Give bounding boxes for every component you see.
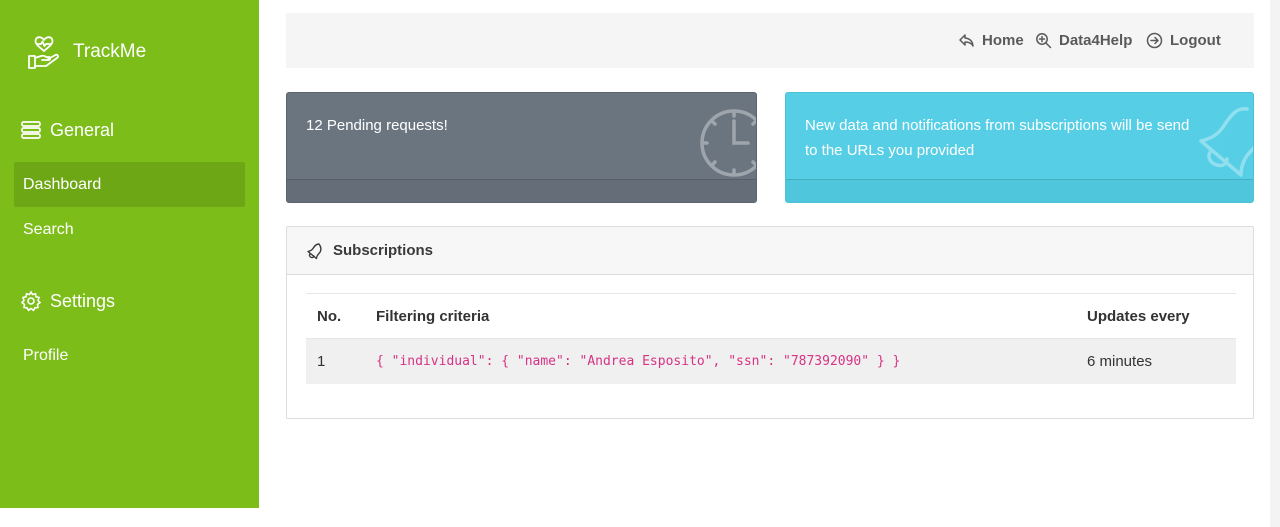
sidebar: TrackMe General Dashboard Search Setting… xyxy=(0,0,259,508)
brand-name: TrackMe xyxy=(73,41,147,62)
top-nav: Home Data4Help Logout xyxy=(286,13,1254,68)
pending-requests-text: 12 Pending requests! xyxy=(306,117,448,134)
sidebar-item-label: Dashboard xyxy=(23,175,102,193)
nav-logout-link[interactable]: Logout xyxy=(1146,32,1221,49)
clock-icon xyxy=(700,109,756,177)
pending-requests-card[interactable]: 12 Pending requests! xyxy=(286,92,757,203)
heart-hand-icon xyxy=(28,36,59,69)
cell-criteria: { "individual": { "name": "Andrea Esposi… xyxy=(376,354,901,369)
table-header: No. Filtering criteria Updates every xyxy=(306,293,1236,339)
sidebar-item-profile[interactable]: Profile xyxy=(14,333,245,378)
sidebar-item-label: Profile xyxy=(23,346,69,364)
section-general: General xyxy=(20,119,114,141)
bell-icon xyxy=(1199,106,1253,177)
nav-data4help-link[interactable]: Data4Help xyxy=(1035,32,1132,49)
notify-card-footer xyxy=(786,179,1253,202)
subscriptions-panel: Subscriptions No. Filtering criteria Upd… xyxy=(286,226,1254,419)
zoom-in-icon xyxy=(1036,33,1052,49)
brand[interactable]: TrackMe xyxy=(26,34,146,70)
pending-card-footer xyxy=(287,179,756,202)
column-header-criteria: Filtering criteria xyxy=(376,307,490,325)
sidebar-item-dashboard[interactable]: Dashboard xyxy=(14,162,245,207)
section-settings-label: Settings xyxy=(50,290,116,311)
nav-logout-label: Logout xyxy=(1170,32,1221,49)
sidebar-item-search[interactable]: Search xyxy=(14,207,245,252)
gear-icon xyxy=(20,290,42,312)
subscriptions-title: Subscriptions xyxy=(333,242,434,259)
table-row[interactable]: 1 { "individual": { "name": "Andrea Espo… xyxy=(306,339,1236,384)
nav-home-label: Home xyxy=(982,32,1024,49)
arrow-circle-right-icon xyxy=(1146,32,1163,49)
section-settings: Settings xyxy=(20,290,115,312)
subscriptions-header: Subscriptions xyxy=(287,227,1253,275)
reply-arrow-icon xyxy=(959,34,974,47)
column-header-updates: Updates every xyxy=(1087,307,1190,325)
subscriptions-table: No. Filtering criteria Updates every 1 {… xyxy=(306,293,1236,384)
list-icon xyxy=(21,121,41,139)
notification-info-text: New data and notifications from subscrip… xyxy=(805,117,1190,159)
cell-no: 1 xyxy=(317,353,326,370)
section-general-label: General xyxy=(50,119,115,140)
notification-info-card: New data and notifications from subscrip… xyxy=(785,92,1254,203)
column-header-no: No. xyxy=(317,307,342,325)
nav-home-link[interactable]: Home xyxy=(958,32,1024,49)
sidebar-item-label: Search xyxy=(23,220,74,238)
bell-icon xyxy=(307,242,322,259)
cell-updates: 6 minutes xyxy=(1087,353,1153,370)
scrollbar[interactable] xyxy=(1270,0,1280,527)
nav-data4help-label: Data4Help xyxy=(1059,32,1133,49)
